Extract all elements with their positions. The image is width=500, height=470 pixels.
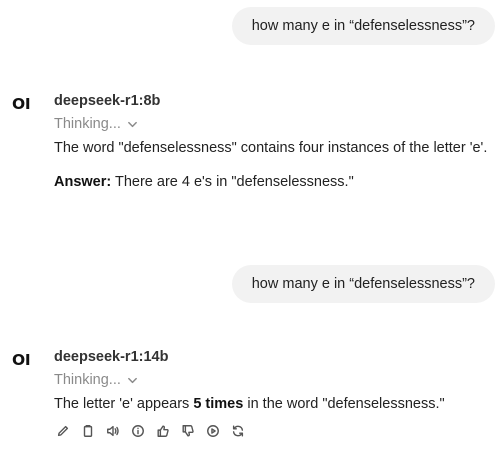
message-action-bar (54, 422, 498, 440)
message-text-before: The letter 'e' appears (54, 396, 194, 412)
assistant-message-text: The word "defenselessness" contains four… (54, 140, 488, 156)
info-icon (131, 425, 144, 437)
chevron-down-icon (128, 121, 137, 127)
continue-response-button[interactable] (204, 423, 221, 440)
regenerate-button[interactable] (229, 423, 246, 440)
copy-button[interactable] (79, 423, 96, 440)
continue-icon (206, 425, 219, 437)
assistant-message-body: deepseek-r1:14b Thinking... The letter '… (54, 346, 498, 440)
message-text-after: in the word "defenselessness." (243, 396, 445, 412)
model-avatar: OI (12, 95, 31, 113)
answer-text: There are 4 e's in "defenselessness." (111, 174, 354, 190)
info-button[interactable] (129, 423, 146, 440)
thinking-toggle[interactable]: Thinking... (54, 368, 498, 392)
user-message-text: how many e in “defenselessness”? (251, 18, 475, 34)
thumbs-down-icon (181, 425, 194, 437)
user-message-bubble: how many e in “defenselessness”? (231, 265, 495, 303)
bad-response-button[interactable] (179, 423, 196, 440)
model-name: deepseek-r1:8b (54, 93, 161, 109)
model-name: deepseek-r1:14b (54, 349, 169, 365)
good-response-button[interactable] (154, 423, 171, 440)
user-message-text: how many e in “defenselessness”? (251, 276, 475, 292)
user-message-bubble: how many e in “defenselessness”? (231, 7, 495, 45)
thinking-label: Thinking... (54, 116, 121, 132)
assistant-answer-line: Answer: There are 4 e's in "defenselessn… (54, 170, 498, 194)
message-text-bold: 5 times (193, 396, 244, 412)
thumbs-up-icon (156, 425, 169, 437)
chevron-down-icon (128, 377, 137, 383)
regenerate-icon (232, 425, 243, 437)
model-avatar: OI (12, 351, 31, 369)
assistant-message-text: The letter 'e' appears 5 times in the wo… (54, 392, 498, 416)
assistant-message-body: deepseek-r1:8b Thinking... The word "def… (54, 90, 498, 194)
thinking-label: Thinking... (54, 372, 121, 388)
thinking-toggle[interactable]: Thinking... (54, 112, 498, 136)
answer-label: Answer: (54, 174, 112, 190)
copy-icon (83, 425, 92, 437)
edit-button[interactable] (54, 423, 71, 440)
edit-icon (57, 425, 68, 437)
read-aloud-icon (106, 425, 119, 437)
read-aloud-button[interactable] (104, 423, 121, 440)
